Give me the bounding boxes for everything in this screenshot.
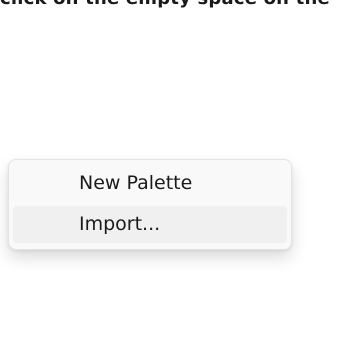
page: click on the empty space on the New Pale… (0, 0, 345, 359)
menu-item-import[interactable]: Import... (13, 206, 287, 243)
context-menu: New Palette Import... (8, 159, 292, 250)
menu-item-new-palette[interactable]: New Palette (13, 165, 287, 202)
background-hint-text: click on the empty space on the (0, 0, 330, 9)
